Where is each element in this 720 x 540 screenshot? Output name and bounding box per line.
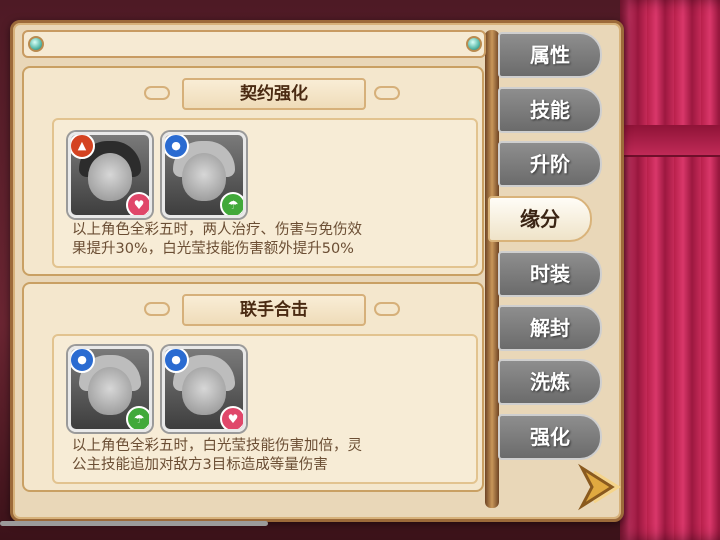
scrollbar[interactable]: [0, 521, 268, 526]
bond-title: 契约强化: [182, 78, 366, 110]
hero-portrait[interactable]: ▲ ♥: [68, 132, 152, 218]
umbrella-icon: ☂: [126, 406, 149, 429]
bond-description-line: 果提升30%，白光莹技能伤害额外提升50%: [72, 241, 354, 257]
panel-topbar: [22, 30, 486, 58]
hero-portrait[interactable]: ● ☂: [68, 346, 152, 432]
heart-icon: ♥: [220, 406, 243, 429]
panel-rail: [485, 30, 499, 508]
tab-bond[interactable]: 缘分: [488, 196, 592, 242]
bond-title: 联手合击: [182, 294, 366, 326]
hero-face: [88, 153, 132, 201]
hero-portrait[interactable]: ● ☂: [162, 132, 246, 218]
hero-face: [182, 153, 226, 201]
water-element-icon: ●: [71, 349, 95, 373]
ornament-icon: [144, 302, 170, 316]
curtain-valance: [620, 125, 720, 157]
curtain: [620, 0, 720, 540]
hero-portrait[interactable]: ● ♥: [162, 346, 246, 432]
hero-face: [88, 367, 132, 415]
heart-icon: ♥: [126, 192, 149, 215]
water-element-icon: ●: [165, 349, 189, 373]
bond-description-line: 公主技能追加对敌方3目标造成等量伤害: [72, 457, 328, 473]
tab-attributes[interactable]: 属性: [498, 32, 602, 78]
tab-enhance[interactable]: 强化: [498, 414, 602, 460]
bond-description-line: 以上角色全彩五时，白光莹技能伤害加倍，灵: [72, 438, 362, 454]
corner-gem-icon: [28, 36, 44, 52]
bond-description-line: 以上角色全彩五时，两人治疗、伤害与免伤效: [72, 222, 362, 238]
ornament-icon: [374, 302, 400, 316]
hero-face: [182, 367, 226, 415]
tab-fashion[interactable]: 时装: [498, 251, 602, 297]
ornament-icon: [374, 86, 400, 100]
water-element-icon: ●: [165, 135, 189, 159]
tab-skills[interactable]: 技能: [498, 87, 602, 133]
tab-unseal[interactable]: 解封: [498, 305, 602, 351]
tab-refine[interactable]: 洗炼: [498, 359, 602, 405]
next-arrow-icon[interactable]: [578, 462, 624, 512]
ornament-icon: [144, 86, 170, 100]
umbrella-icon: ☂: [220, 192, 243, 215]
corner-gem-icon: [466, 36, 482, 52]
fire-element-icon: ▲: [71, 135, 95, 159]
tab-advance[interactable]: 升阶: [498, 141, 602, 187]
